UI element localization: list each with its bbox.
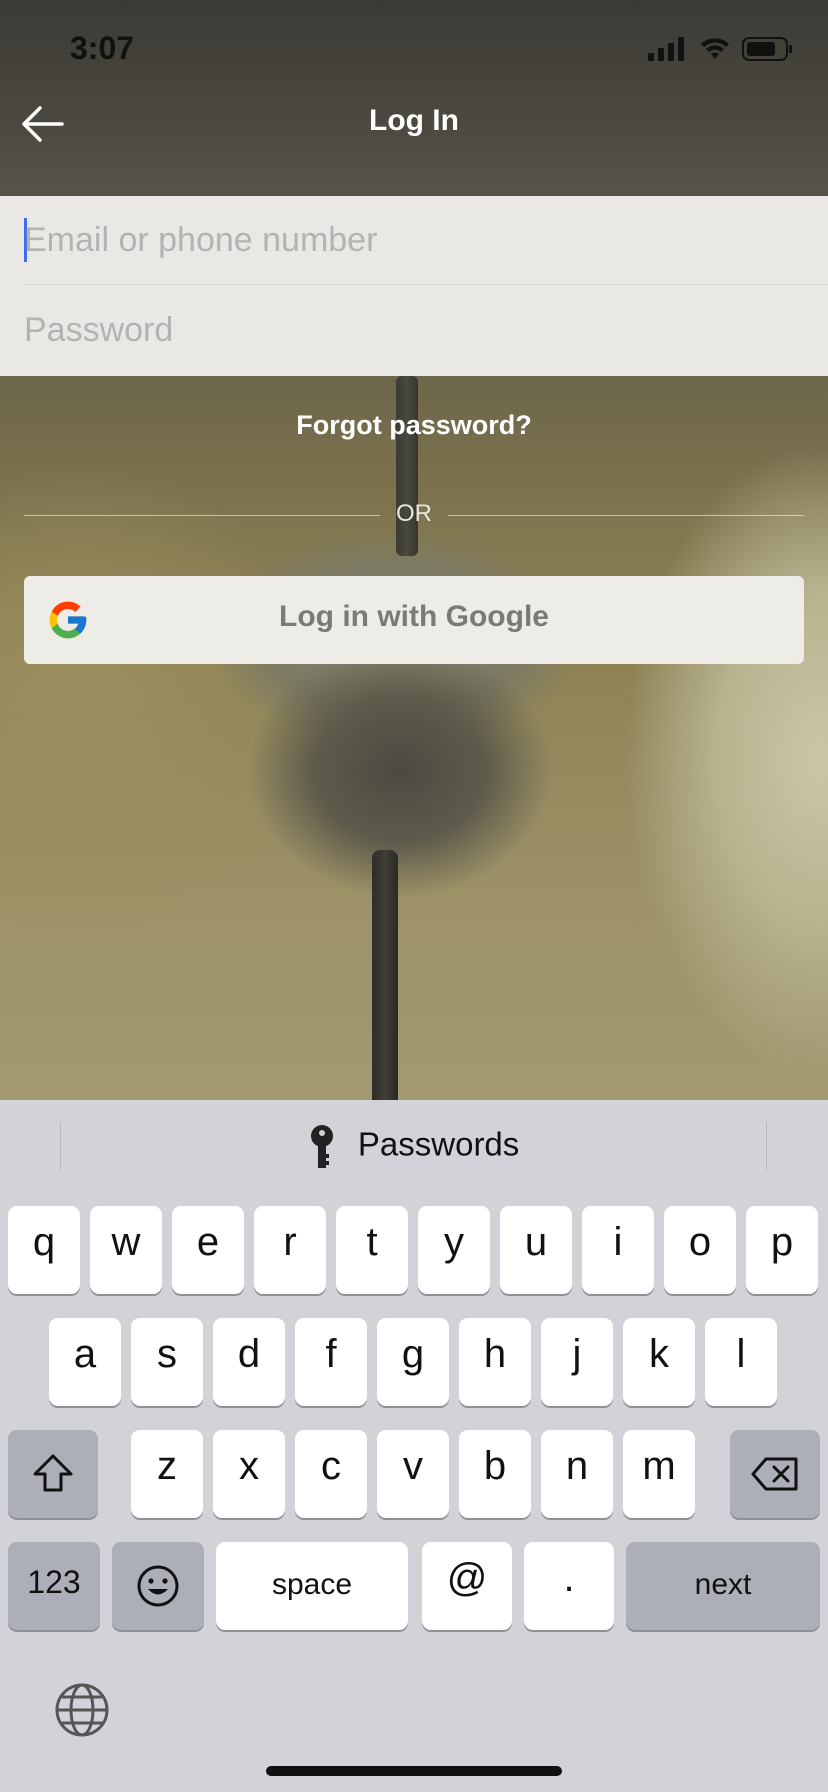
key-label: @ <box>446 1556 488 1600</box>
or-divider: OR <box>24 500 804 530</box>
keyboard: Passwords q w e r t y u i o p a s d f g … <box>0 1100 828 1792</box>
key-label: 123 <box>27 1564 81 1600</box>
key-label: e <box>196 1220 220 1264</box>
emoji-key[interactable] <box>112 1542 204 1630</box>
globe-icon[interactable] <box>54 1682 110 1738</box>
key-label: q <box>32 1220 56 1264</box>
status-time: 3:07 <box>70 30 135 66</box>
key-l[interactable]: l <box>705 1318 777 1406</box>
key-u[interactable]: u <box>500 1206 572 1294</box>
key-r[interactable]: r <box>254 1206 326 1294</box>
key-label: r <box>283 1220 297 1264</box>
backspace-icon <box>751 1457 798 1491</box>
page-title: Log In <box>369 104 459 137</box>
key-label: f <box>325 1332 337 1376</box>
key-label: a <box>73 1332 97 1376</box>
or-label: OR <box>396 500 432 527</box>
key-z[interactable]: z <box>131 1430 203 1518</box>
key-f[interactable]: f <box>295 1318 367 1406</box>
keyboard-suggestion-bar: Passwords <box>0 1100 828 1196</box>
key-label: l <box>736 1332 746 1376</box>
background-stem-bottom <box>372 850 398 1100</box>
key-icon <box>310 1125 333 1168</box>
key-label: z <box>157 1444 177 1488</box>
key-a[interactable]: a <box>49 1318 121 1406</box>
key-t[interactable]: t <box>336 1206 408 1294</box>
key-label: n <box>565 1444 589 1488</box>
delete-key[interactable] <box>730 1430 820 1518</box>
key-label: b <box>483 1444 507 1488</box>
key-e[interactable]: e <box>172 1206 244 1294</box>
key-d[interactable]: d <box>213 1318 285 1406</box>
key-label: k <box>649 1332 669 1376</box>
key-v[interactable]: v <box>377 1430 449 1518</box>
key-label: m <box>642 1444 676 1488</box>
passwords-suggestion[interactable]: Passwords <box>0 1124 828 1170</box>
email-field[interactable]: Email or phone number <box>24 196 828 284</box>
key-i[interactable]: i <box>582 1206 654 1294</box>
key-j[interactable]: j <box>541 1318 613 1406</box>
key-label: s <box>157 1332 177 1376</box>
key-n[interactable]: n <box>541 1430 613 1518</box>
key-label: t <box>366 1220 378 1264</box>
key-q[interactable]: q <box>8 1206 80 1294</box>
password-field[interactable]: Password <box>24 286 828 374</box>
key-c[interactable]: c <box>295 1430 367 1518</box>
key-s[interactable]: s <box>131 1318 203 1406</box>
google-login-button[interactable]: Log in with Google <box>24 576 804 664</box>
signal-icon <box>648 37 684 61</box>
space-key[interactable]: space <box>216 1542 408 1630</box>
key-g[interactable]: g <box>377 1318 449 1406</box>
passwords-label: Passwords <box>357 1125 520 1163</box>
shift-icon <box>33 1454 73 1492</box>
key-label: . <box>563 1556 575 1600</box>
key-p[interactable]: p <box>746 1206 818 1294</box>
emoji-icon <box>137 1565 179 1607</box>
key-label: i <box>613 1220 623 1264</box>
dot-key[interactable]: . <box>524 1542 614 1630</box>
key-label: x <box>239 1444 259 1488</box>
key-label: p <box>770 1220 794 1264</box>
battery-icon <box>742 37 792 61</box>
key-label: next <box>694 1568 752 1601</box>
key-label: h <box>483 1332 507 1376</box>
key-label: space <box>271 1568 353 1601</box>
key-k[interactable]: k <box>623 1318 695 1406</box>
key-h[interactable]: h <box>459 1318 531 1406</box>
key-label: j <box>572 1332 582 1376</box>
key-label: c <box>321 1444 341 1488</box>
key-label: g <box>401 1332 425 1376</box>
numbers-key[interactable]: 123 <box>8 1542 100 1630</box>
google-button-label: Log in with Google <box>279 600 549 633</box>
key-label: o <box>688 1220 712 1264</box>
home-indicator[interactable] <box>266 1766 562 1776</box>
key-x[interactable]: x <box>213 1430 285 1518</box>
nav-bar: Log In <box>0 80 828 180</box>
key-label: y <box>444 1220 464 1264</box>
at-key[interactable]: @ <box>422 1542 512 1630</box>
key-m[interactable]: m <box>623 1430 695 1518</box>
status-icons <box>648 36 794 62</box>
key-label: v <box>403 1444 423 1488</box>
shift-key[interactable] <box>8 1430 98 1518</box>
key-w[interactable]: w <box>90 1206 162 1294</box>
forgot-password-link[interactable]: Forgot password? <box>0 410 828 441</box>
key-label: u <box>524 1220 548 1264</box>
wifi-icon <box>701 38 729 59</box>
login-fields: Email or phone number Password <box>0 196 828 376</box>
key-y[interactable]: y <box>418 1206 490 1294</box>
key-label: d <box>237 1332 261 1376</box>
key-label: w <box>111 1220 141 1264</box>
key-o[interactable]: o <box>664 1206 736 1294</box>
field-divider <box>24 284 828 285</box>
key-b[interactable]: b <box>459 1430 531 1518</box>
next-key[interactable]: next <box>626 1542 820 1630</box>
